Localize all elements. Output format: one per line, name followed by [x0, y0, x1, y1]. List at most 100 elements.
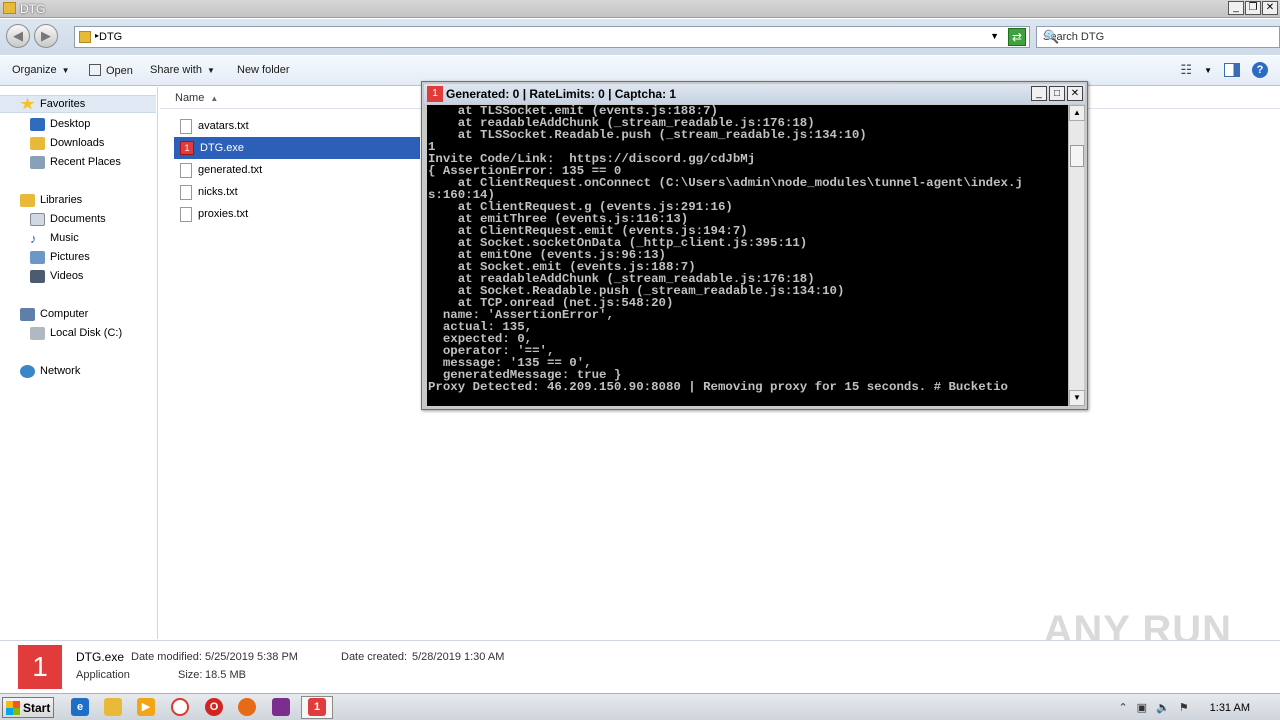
- minimize-button[interactable]: _: [1031, 86, 1047, 101]
- details-size-value: 18.5 MB: [205, 669, 246, 681]
- preview-pane-icon[interactable]: [1224, 63, 1240, 77]
- nav-recent-places[interactable]: Recent Places: [0, 153, 121, 171]
- nav-videos[interactable]: Videos: [0, 267, 83, 285]
- pictures-icon: [30, 250, 45, 264]
- clock[interactable]: 1:31 AM: [1210, 702, 1250, 714]
- nav-network[interactable]: Network: [0, 362, 80, 380]
- restore-button[interactable]: ❐: [1245, 1, 1261, 15]
- drive-icon: [30, 326, 45, 340]
- chrome-icon[interactable]: [171, 698, 189, 716]
- console-titlebar[interactable]: 1 Generated: 0 | RateLimits: 0 | Captcha…: [424, 84, 1085, 104]
- open-button[interactable]: Open: [89, 64, 133, 77]
- nav-label: Music: [50, 232, 79, 244]
- file-item[interactable]: proxies.txt: [174, 203, 420, 225]
- file-item-selected[interactable]: 1 DTG.exe: [174, 137, 420, 159]
- file-item[interactable]: nicks.txt: [174, 181, 420, 203]
- nav-local-disk[interactable]: Local Disk (C:): [0, 324, 122, 342]
- scroll-up-icon[interactable]: ▲: [1069, 105, 1085, 121]
- file-item[interactable]: generated.txt: [174, 159, 420, 181]
- new-folder-button[interactable]: New folder: [237, 64, 290, 76]
- chevron-down-icon[interactable]: ▼: [990, 31, 999, 41]
- chevron-down-icon: ▼: [206, 66, 215, 75]
- media-player-icon[interactable]: ▶: [137, 698, 155, 716]
- start-button[interactable]: Start: [2, 697, 54, 718]
- console-output: at TLSSocket.emit (events.js:188:7) at r…: [428, 105, 1023, 394]
- details-modified-label: Date modified:: [131, 651, 202, 663]
- documents-icon: [30, 212, 45, 226]
- text-file-icon: [180, 162, 192, 178]
- app-icon: 1: [308, 698, 326, 716]
- new-folder-label: New folder: [237, 64, 290, 76]
- console-output-area[interactable]: at TLSSocket.emit (events.js:188:7) at r…: [427, 105, 1068, 406]
- maximize-button[interactable]: □: [1049, 86, 1065, 101]
- back-button[interactable]: ◀: [6, 24, 30, 48]
- details-pane: 1 DTG.exe Application Date modified: 5/2…: [0, 640, 1280, 692]
- computer-icon: [20, 307, 35, 321]
- nav-documents[interactable]: Documents: [0, 210, 106, 228]
- share-with-label: Share with: [150, 64, 202, 76]
- scroll-down-icon[interactable]: ▼: [1069, 390, 1085, 406]
- breadcrumb[interactable]: DTG: [99, 31, 122, 43]
- internet-explorer-icon[interactable]: e: [71, 698, 89, 716]
- open-icon: [89, 64, 101, 76]
- details-size-label: Size:: [178, 669, 203, 681]
- libraries-icon: [20, 193, 35, 207]
- app-icon: 1: [427, 86, 443, 102]
- details-created-value: 5/28/2019 1:30 AM: [412, 651, 505, 663]
- exe-icon: 1: [18, 645, 62, 689]
- file-name: proxies.txt: [198, 208, 249, 220]
- search-input[interactable]: Search DTG 🔍: [1036, 26, 1280, 48]
- nav-label: Computer: [40, 308, 89, 320]
- action-center-flag-icon[interactable]: ⚑: [1179, 701, 1189, 714]
- address-bar[interactable]: ▸ DTG ▼: [74, 26, 1030, 48]
- network-tray-icon[interactable]: ▣: [1137, 701, 1147, 714]
- firefox-icon[interactable]: [238, 698, 256, 716]
- show-hidden-icons-icon[interactable]: ⌃: [1118, 701, 1127, 714]
- nav-downloads[interactable]: Downloads: [0, 134, 104, 152]
- open-label: Open: [106, 65, 133, 77]
- nav-label: Local Disk (C:): [50, 327, 123, 339]
- details-filename: DTG.exe: [76, 650, 125, 664]
- forward-button[interactable]: ▶: [34, 24, 58, 48]
- nav-label: Network: [40, 365, 81, 377]
- nav-computer[interactable]: Computer: [0, 305, 88, 323]
- nav-label: Recent Places: [50, 156, 121, 168]
- network-icon: [20, 364, 35, 378]
- organize-label: Organize: [12, 64, 57, 76]
- nav-favorites[interactable]: Favorites: [0, 95, 156, 113]
- text-file-icon: [180, 118, 192, 134]
- share-with-button[interactable]: Share with ▼: [150, 64, 215, 76]
- minimize-button[interactable]: _: [1228, 1, 1244, 15]
- nav-music[interactable]: ♪ Music: [0, 229, 79, 247]
- nav-pictures[interactable]: Pictures: [0, 248, 90, 266]
- windows-logo-icon: [6, 700, 20, 715]
- file-item[interactable]: avatars.txt: [174, 115, 420, 137]
- recent-places-icon: [30, 155, 45, 169]
- close-button[interactable]: ✕: [1262, 1, 1278, 15]
- help-icon[interactable]: ?: [1252, 62, 1268, 78]
- explorer-icon[interactable]: [104, 698, 122, 716]
- winrar-icon[interactable]: [272, 698, 290, 716]
- close-button[interactable]: ✕: [1067, 86, 1083, 101]
- chevron-down-icon[interactable]: ▼: [1204, 66, 1212, 75]
- exe-icon: 1: [180, 141, 194, 155]
- view-options-icon[interactable]: ☷: [1180, 62, 1192, 78]
- file-name: generated.txt: [198, 164, 263, 176]
- nav-label: Documents: [50, 213, 106, 225]
- nav-desktop[interactable]: Desktop: [0, 115, 90, 133]
- organize-button[interactable]: Organize ▼: [12, 64, 70, 76]
- volume-icon[interactable]: 🔈: [1156, 701, 1170, 714]
- chevron-down-icon: ▼: [61, 66, 70, 75]
- file-name: nicks.txt: [198, 186, 238, 198]
- console-window[interactable]: 1 Generated: 0 | RateLimits: 0 | Captcha…: [421, 81, 1088, 410]
- opera-icon[interactable]: O: [205, 698, 223, 716]
- console-scrollbar[interactable]: ▲ ▼: [1068, 105, 1085, 406]
- text-file-icon: [180, 184, 192, 200]
- search-icon[interactable]: 🔍: [1043, 29, 1061, 45]
- console-title: Generated: 0 | RateLimits: 0 | Captcha: …: [446, 87, 677, 101]
- scrollbar-thumb[interactable]: [1070, 145, 1084, 167]
- nav-libraries[interactable]: Libraries: [0, 191, 82, 209]
- column-name[interactable]: Name ▲: [175, 92, 218, 104]
- downloads-icon: [30, 136, 45, 150]
- refresh-icon[interactable]: ⇄: [1008, 28, 1026, 46]
